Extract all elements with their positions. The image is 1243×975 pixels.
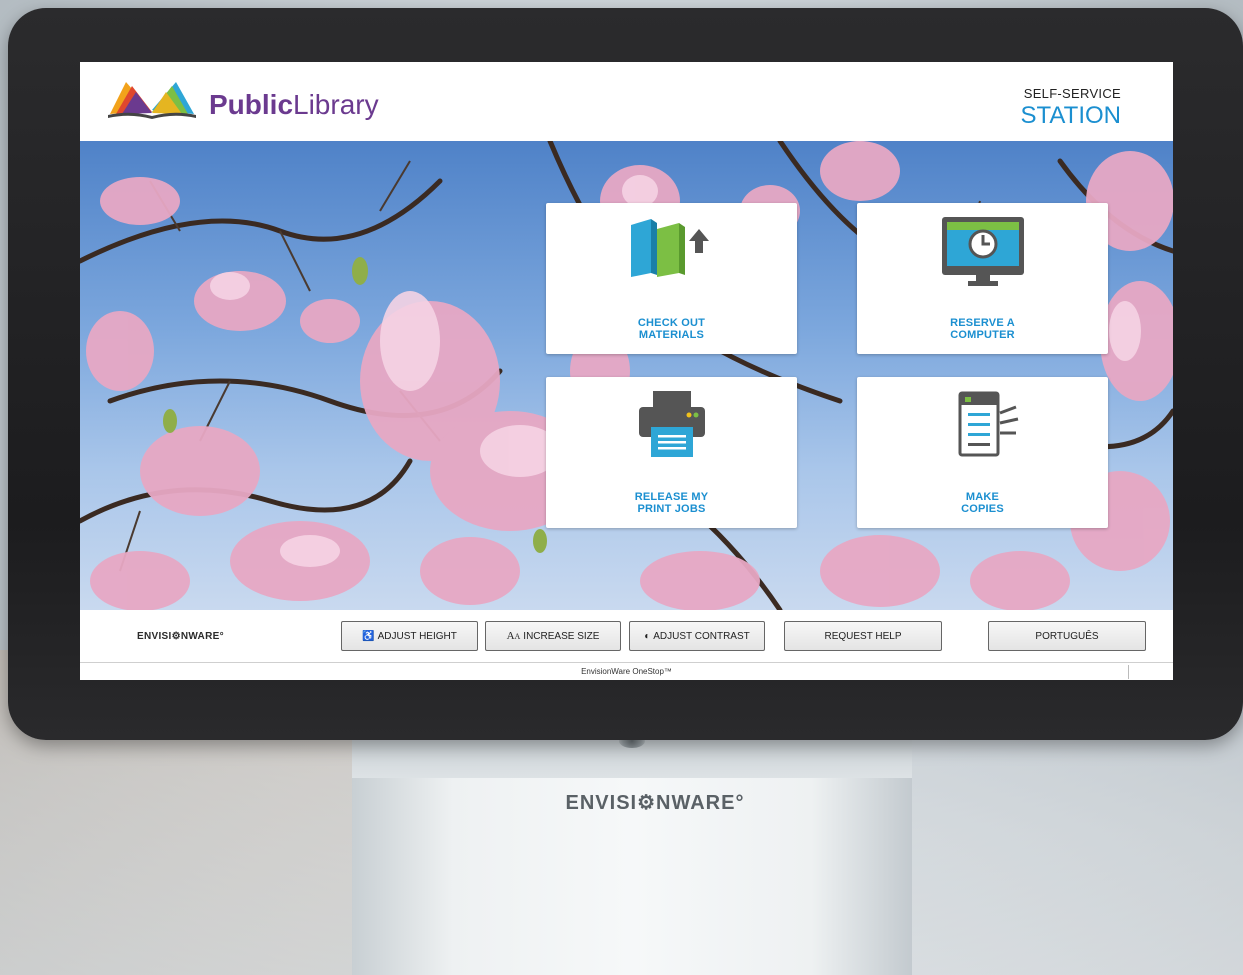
- request-help-label: REQUEST HELP: [824, 630, 902, 642]
- copier-icon: [958, 391, 1018, 457]
- status-bar: EnvisionWare OneStop™: [80, 662, 1173, 680]
- kiosk-screen: PublicLibrary SELF-SERVICE STATION CHECK…: [80, 62, 1173, 680]
- books-checkout-icon: [630, 219, 709, 277]
- printer-icon: [638, 391, 705, 457]
- adjust-height-label: ADJUST HEIGHT: [377, 630, 457, 642]
- header: PublicLibrary SELF-SERVICE STATION: [80, 62, 1173, 141]
- reserve-computer-label: RESERVE A COMPUTER: [950, 317, 1015, 341]
- release-print-jobs-tile[interactable]: RELEASE MY PRINT JOBS: [546, 377, 797, 528]
- computer-clock-icon: [941, 217, 1024, 286]
- make-copies-tile[interactable]: MAKE COPIES: [857, 377, 1108, 528]
- contrast-icon: ◐: [644, 630, 651, 642]
- language-label: PORTUGUÊS: [1035, 630, 1099, 642]
- check-out-materials-tile[interactable]: CHECK OUT MATERIALS: [546, 203, 797, 354]
- library-brand: PublicLibrary: [209, 89, 379, 120]
- station-heading: STATION: [1020, 102, 1121, 129]
- station-subtitle: SELF-SERVICE: [1023, 86, 1121, 101]
- magnolia-background-photo: CHECK OUT MATERIALS RESERVE A COMPUTER R…: [80, 141, 1173, 610]
- increase-size-label: INCREASE SIZE: [523, 630, 600, 642]
- language-button[interactable]: PORTUGUÊS: [988, 621, 1146, 651]
- make-copies-label: MAKE COPIES: [961, 491, 1004, 515]
- increase-size-button[interactable]: AA INCREASE SIZE: [485, 621, 621, 651]
- adjust-contrast-button[interactable]: ◐ ADJUST CONTRAST: [629, 621, 765, 651]
- adjust-contrast-label: ADJUST CONTRAST: [653, 630, 750, 642]
- wheelchair-icon: ♿: [362, 630, 375, 642]
- status-bar-text: EnvisionWare OneStop™: [581, 667, 672, 676]
- release-print-jobs-label: RELEASE MY PRINT JOBS: [634, 491, 709, 515]
- station-title: SELF-SERVICE STATION: [1021, 86, 1121, 130]
- vendor-logo: ENVISI⚙NWARE°: [137, 631, 224, 642]
- open-book-logo-icon: [108, 82, 196, 119]
- bottom-toolbar: ENVISI⚙NWARE° ♿ ADJUST HEIGHT AA INCREAS…: [80, 610, 1173, 662]
- check-out-materials-label: CHECK OUT MATERIALS: [637, 317, 706, 341]
- text-size-icon: AA: [506, 630, 521, 642]
- reserve-computer-tile[interactable]: RESERVE A COMPUTER: [857, 203, 1108, 354]
- stand-vendor-logo: ENVISI⚙NWARE°: [565, 792, 745, 814]
- request-help-button[interactable]: REQUEST HELP: [784, 621, 942, 651]
- status-bar-divider: [1128, 665, 1129, 679]
- adjust-height-button[interactable]: ♿ ADJUST HEIGHT: [341, 621, 478, 651]
